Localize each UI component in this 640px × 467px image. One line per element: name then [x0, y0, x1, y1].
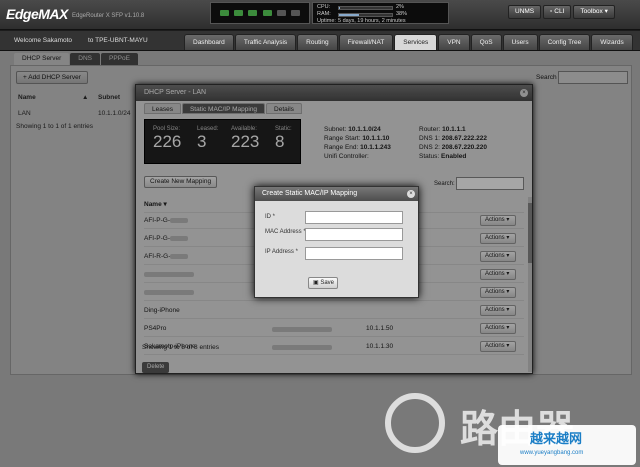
- tab-users[interactable]: Users: [502, 34, 538, 50]
- system-stats: CPU: 2% RAM: 38% Uptime: 5 days, 19 hours, …: [312, 2, 449, 24]
- watermark-badge-title: 越来越网: [530, 432, 583, 447]
- tab-routing[interactable]: Routing: [297, 34, 338, 50]
- cpu-bar: [338, 5, 393, 10]
- id-label: ID *: [265, 214, 276, 220]
- cli-button-label: CLI: [554, 8, 565, 15]
- tab-firewall-nat[interactable]: Firewall/NAT: [338, 34, 394, 50]
- port-indicator: [262, 10, 272, 16]
- watermark-logo: [385, 393, 445, 453]
- tab-services[interactable]: Services: [394, 34, 438, 50]
- port-indicator: [276, 10, 286, 16]
- watermark-badge-url: www.yueyangbang.com: [520, 450, 584, 456]
- host-name: to TPE-UBNT-MAYU: [88, 37, 148, 44]
- ip-address-input[interactable]: [305, 247, 403, 260]
- mac-label: MAC Address *: [265, 229, 306, 235]
- ram-bar: [338, 12, 393, 17]
- toolbox-button[interactable]: Toolbox ▾: [573, 5, 615, 19]
- tab-wizards[interactable]: Wizards: [591, 34, 633, 50]
- device-model: EdgeRouter X SFP v1.10.8: [72, 13, 145, 19]
- chevron-down-icon: ▾: [602, 8, 608, 15]
- save-button-label: Save: [320, 280, 335, 286]
- cpu-value: 2%: [396, 4, 404, 10]
- close-icon[interactable]: ×: [407, 190, 415, 198]
- port-indicator: [248, 10, 258, 16]
- id-input[interactable]: [305, 211, 403, 224]
- ip-label: IP Address *: [265, 249, 298, 255]
- cpu-label: CPU:: [317, 4, 331, 10]
- port-indicator: [219, 10, 229, 16]
- logo: EdgeMAX: [6, 6, 68, 22]
- ram-label: RAM:: [317, 11, 331, 17]
- main-tabs: Dashboard Traffic Analysis Routing Firew…: [184, 34, 633, 50]
- port-indicator: [291, 10, 301, 16]
- welcome-text: Welcome Sakamoto: [14, 37, 73, 44]
- tab-vpn[interactable]: VPN: [438, 34, 470, 50]
- port-indicator: [233, 10, 243, 16]
- toolbox-button-label: Toolbox: [580, 8, 603, 15]
- uptime-label: Uptime:: [317, 18, 336, 24]
- tab-dashboard[interactable]: Dashboard: [184, 34, 234, 50]
- save-button[interactable]: ▣ Save: [308, 277, 338, 289]
- unms-button[interactable]: UNMS: [508, 5, 542, 19]
- cli-button[interactable]: ▫ CLI: [543, 5, 572, 19]
- create-static-mapping-modal: Create Static MAC/IP Mapping × ID * MAC …: [254, 186, 419, 298]
- tab-qos[interactable]: QoS: [470, 34, 502, 50]
- ram-bar-fill: [339, 13, 360, 16]
- tab-config-tree[interactable]: Config Tree: [538, 34, 591, 50]
- uptime-value: 5 days, 19 hours, 2 minutes: [338, 18, 406, 24]
- port-status-panel: [210, 2, 310, 24]
- tab-traffic-analysis[interactable]: Traffic Analysis: [234, 34, 297, 50]
- cpu-bar-fill: [339, 6, 341, 9]
- mac-address-input[interactable]: [305, 228, 403, 241]
- ram-value: 38%: [396, 11, 408, 17]
- static-modal-title: Create Static MAC/IP Mapping: [255, 187, 418, 201]
- top-buttons: UNMS ▫ CLI Toolbox ▾: [508, 5, 615, 19]
